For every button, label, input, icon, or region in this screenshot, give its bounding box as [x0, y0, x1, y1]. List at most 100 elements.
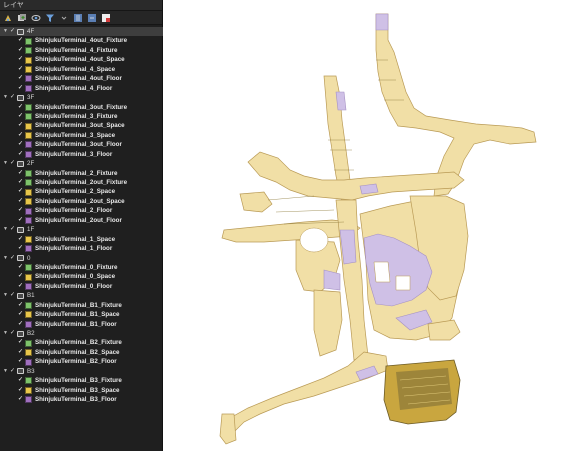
layer-row[interactable]: ✓ ShinjukuTerminal_2out_Fixture [0, 178, 163, 187]
layer-visibility-checkbox[interactable]: ✓ [17, 301, 24, 310]
layer-visibility-checkbox[interactable]: ✓ [17, 121, 24, 130]
chevron-down-icon[interactable]: ▼ [2, 225, 9, 234]
layer-row[interactable]: ✓ ShinjukuTerminal_2out_Floor [0, 216, 163, 225]
layer-visibility-checkbox[interactable]: ✓ [17, 357, 24, 366]
layer-row[interactable]: ✓ ShinjukuTerminal_B1_Space [0, 310, 163, 319]
layer-row[interactable]: ✓ ShinjukuTerminal_3out_Space [0, 121, 163, 130]
map-canvas[interactable] [164, 0, 584, 451]
layer-row[interactable]: ✓ ShinjukuTerminal_B1_Fixture [0, 301, 163, 310]
chevron-down-icon[interactable]: ▼ [2, 254, 9, 263]
layer-visibility-checkbox[interactable]: ✓ [17, 46, 24, 55]
layer-row[interactable]: ✓ ShinjukuTerminal_3out_Fixture [0, 103, 163, 112]
layer-visibility-checkbox[interactable]: ✓ [17, 150, 24, 159]
layer-group-row[interactable]: ▼ ✓ B1 [0, 291, 163, 300]
expand-all-icon [74, 13, 82, 22]
layer-row[interactable]: ✓ ShinjukuTerminal_3_Floor [0, 150, 163, 159]
layer-visibility-checkbox[interactable]: ✓ [17, 187, 24, 196]
layer-row[interactable]: ✓ ShinjukuTerminal_B3_Floor [0, 395, 163, 404]
layer-row[interactable]: ✓ ShinjukuTerminal_4out_Space [0, 55, 163, 64]
remove-layer-button[interactable] [100, 12, 112, 23]
layer-symbol-swatch [25, 207, 32, 215]
layer-visibility-checkbox[interactable]: ✓ [17, 55, 24, 64]
chevron-down-icon[interactable]: ▼ [2, 93, 9, 102]
layer-visibility-checkbox[interactable]: ✓ [17, 131, 24, 140]
layer-row[interactable]: ✓ ShinjukuTerminal_4_Fixture [0, 46, 163, 55]
expand-all-button[interactable] [72, 12, 84, 23]
layer-visibility-checkbox[interactable]: ✓ [17, 282, 24, 291]
group-visibility-checkbox[interactable]: ✓ [9, 254, 16, 263]
open-layer-styling-button[interactable] [2, 12, 14, 23]
layer-row[interactable]: ✓ ShinjukuTerminal_B3_Fixture [0, 376, 163, 385]
group-visibility-checkbox[interactable]: ✓ [9, 367, 16, 376]
layer-visibility-checkbox[interactable]: ✓ [17, 206, 24, 215]
layer-visibility-checkbox[interactable]: ✓ [17, 272, 24, 281]
filter-legend-button[interactable] [44, 12, 56, 23]
layer-row[interactable]: ✓ ShinjukuTerminal_4_Space [0, 65, 163, 74]
layer-visibility-checkbox[interactable]: ✓ [17, 310, 24, 319]
layer-row[interactable]: ✓ ShinjukuTerminal_2_Fixture [0, 169, 163, 178]
group-visibility-checkbox[interactable]: ✓ [9, 93, 16, 102]
layer-visibility-checkbox[interactable]: ✓ [17, 65, 24, 74]
layer-visibility-checkbox[interactable]: ✓ [17, 178, 24, 187]
layer-row[interactable]: ✓ ShinjukuTerminal_B1_Floor [0, 320, 163, 329]
layer-group-row[interactable]: ▼ ✓ 2F [0, 159, 163, 168]
layer-row[interactable]: ✓ ShinjukuTerminal_2_Floor [0, 206, 163, 215]
group-visibility-checkbox[interactable]: ✓ [9, 159, 16, 168]
layer-group-row[interactable]: ▼ ✓ 3F [0, 93, 163, 102]
layer-group-row[interactable]: ▼ ✓ B3 [0, 367, 163, 376]
layer-visibility-checkbox[interactable]: ✓ [17, 386, 24, 395]
layer-row[interactable]: ✓ ShinjukuTerminal_3_Fixture [0, 112, 163, 121]
layer-row[interactable]: ✓ ShinjukuTerminal_B2_Floor [0, 357, 163, 366]
layer-row[interactable]: ✓ ShinjukuTerminal_3_Space [0, 131, 163, 140]
layer-row[interactable]: ✓ ShinjukuTerminal_0_Space [0, 272, 163, 281]
group-visibility-checkbox[interactable]: ✓ [9, 291, 16, 300]
layer-row[interactable]: ✓ ShinjukuTerminal_2out_Space [0, 197, 163, 206]
group-visibility-checkbox[interactable]: ✓ [9, 225, 16, 234]
layer-visibility-checkbox[interactable]: ✓ [17, 348, 24, 357]
layer-visibility-checkbox[interactable]: ✓ [17, 112, 24, 121]
group-visibility-checkbox[interactable]: ✓ [9, 329, 16, 338]
group-visibility-checkbox[interactable]: ✓ [9, 27, 16, 36]
layer-visibility-checkbox[interactable]: ✓ [17, 197, 24, 206]
layer-visibility-checkbox[interactable]: ✓ [17, 36, 24, 45]
layer-visibility-checkbox[interactable]: ✓ [17, 140, 24, 149]
layer-row[interactable]: ✓ ShinjukuTerminal_1_Floor [0, 244, 163, 253]
collapse-all-button[interactable] [86, 12, 98, 23]
layer-visibility-checkbox[interactable]: ✓ [17, 169, 24, 178]
layer-visibility-checkbox[interactable]: ✓ [17, 338, 24, 347]
layer-row[interactable]: ✓ ShinjukuTerminal_0_Fixture [0, 263, 163, 272]
chevron-down-icon[interactable]: ▼ [2, 291, 9, 300]
layer-group-row[interactable]: ▼ ✓ 0 [0, 254, 163, 263]
layer-symbol-swatch [25, 264, 32, 272]
chevron-down-icon[interactable]: ▼ [2, 367, 9, 376]
layer-row[interactable]: ✓ ShinjukuTerminal_2_Space [0, 187, 163, 196]
add-group-button[interactable] [16, 12, 28, 23]
layer-visibility-checkbox[interactable]: ✓ [17, 84, 24, 93]
layer-visibility-checkbox[interactable]: ✓ [17, 320, 24, 329]
layer-visibility-checkbox[interactable]: ✓ [17, 376, 24, 385]
layer-visibility-checkbox[interactable]: ✓ [17, 235, 24, 244]
layer-row[interactable]: ✓ ShinjukuTerminal_4out_Fixture [0, 36, 163, 45]
chevron-down-icon[interactable]: ▼ [2, 27, 9, 36]
layer-visibility-checkbox[interactable]: ✓ [17, 263, 24, 272]
layer-visibility-checkbox[interactable]: ✓ [17, 244, 24, 253]
layer-row[interactable]: ✓ ShinjukuTerminal_B2_Space [0, 348, 163, 357]
layer-visibility-checkbox[interactable]: ✓ [17, 103, 24, 112]
layer-row[interactable]: ✓ ShinjukuTerminal_0_Floor [0, 282, 163, 291]
manage-map-themes-button[interactable] [30, 12, 42, 23]
layer-row[interactable]: ✓ ShinjukuTerminal_1_Space [0, 235, 163, 244]
layer-row[interactable]: ✓ ShinjukuTerminal_3out_Floor [0, 140, 163, 149]
layer-row[interactable]: ✓ ShinjukuTerminal_4_Floor [0, 84, 163, 93]
layer-group-row[interactable]: ▼ ✓ 4F [0, 27, 163, 37]
layer-visibility-checkbox[interactable]: ✓ [17, 216, 24, 225]
layer-group-row[interactable]: ▼ ✓ B2 [0, 329, 163, 338]
chevron-down-icon[interactable]: ▼ [2, 159, 9, 168]
layer-visibility-checkbox[interactable]: ✓ [17, 74, 24, 83]
layer-row[interactable]: ✓ ShinjukuTerminal_B2_Fixture [0, 338, 163, 347]
layer-row[interactable]: ✓ ShinjukuTerminal_4out_Floor [0, 74, 163, 83]
chevron-down-icon[interactable]: ▼ [2, 329, 9, 338]
layer-row[interactable]: ✓ ShinjukuTerminal_B3_Space [0, 386, 163, 395]
layer-group-row[interactable]: ▼ ✓ 1F [0, 225, 163, 234]
layer-visibility-checkbox[interactable]: ✓ [17, 395, 24, 404]
filter-dropdown-button[interactable] [58, 12, 70, 23]
